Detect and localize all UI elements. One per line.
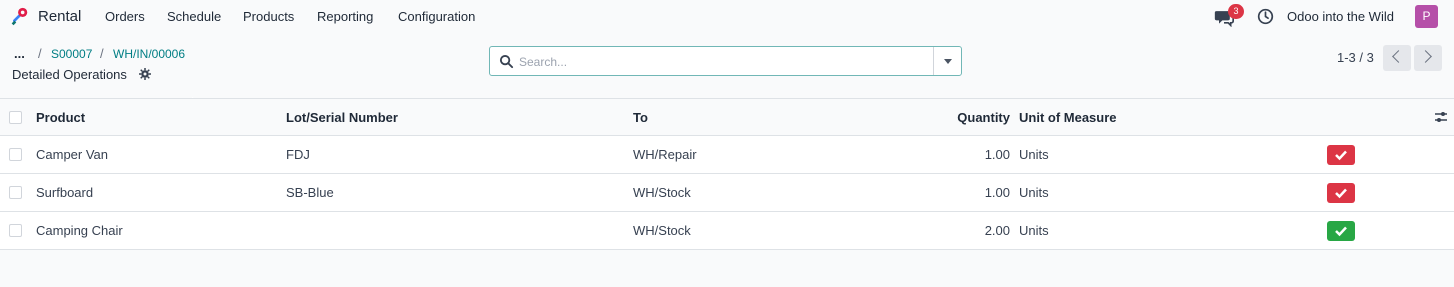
- quantity-cell[interactable]: 1.00: [900, 185, 1010, 200]
- row-checkbox[interactable]: [9, 186, 22, 199]
- quality-check-button[interactable]: [1327, 145, 1355, 165]
- menu-schedule[interactable]: Schedule: [167, 9, 221, 24]
- destination-cell[interactable]: WH/Stock: [633, 185, 691, 200]
- previous-page-button[interactable]: [1383, 45, 1411, 71]
- quantity-header[interactable]: Quantity: [900, 110, 1010, 125]
- quality-check-button[interactable]: [1327, 221, 1355, 241]
- product-cell[interactable]: Camper Van: [36, 147, 108, 162]
- breadcrumb-separator: /: [100, 46, 104, 61]
- detailed-operations-table: Product Lot/Serial Number To Quantity Un…: [0, 98, 1454, 250]
- checkmark-icon: [1335, 188, 1347, 199]
- product-cell[interactable]: Camping Chair: [36, 223, 123, 238]
- breadcrumb-more[interactable]: ...: [14, 46, 25, 61]
- next-page-button[interactable]: [1414, 45, 1442, 71]
- app-name[interactable]: Rental: [38, 8, 81, 25]
- destination-cell[interactable]: WH/Repair: [633, 147, 697, 162]
- quantity-cell[interactable]: 2.00: [900, 223, 1010, 238]
- chevron-down-icon: [944, 59, 952, 64]
- company-name[interactable]: Odoo into the Wild: [1287, 9, 1394, 24]
- top-navigation-bar: Rental Orders Schedule Products Reportin…: [0, 0, 1454, 33]
- row-checkbox[interactable]: [9, 148, 22, 161]
- quantity-cell[interactable]: 1.00: [900, 147, 1010, 162]
- table-row[interactable]: Camping Chair WH/Stock 2.00 Units: [0, 212, 1454, 250]
- table-row[interactable]: Surfboard SB-Blue WH/Stock 1.00 Units: [0, 174, 1454, 212]
- column-settings-icon[interactable]: [1434, 111, 1448, 123]
- pager-value[interactable]: 1-3 / 3: [1337, 50, 1374, 65]
- lot-serial-cell[interactable]: FDJ: [286, 147, 310, 162]
- lot-serial-header[interactable]: Lot/Serial Number: [286, 110, 398, 125]
- menu-configuration[interactable]: Configuration: [398, 9, 475, 24]
- quality-check-button[interactable]: [1327, 183, 1355, 203]
- search-input[interactable]: [519, 52, 929, 72]
- menu-orders[interactable]: Orders: [105, 9, 145, 24]
- checkmark-icon: [1335, 150, 1347, 161]
- app-key-icon[interactable]: [8, 6, 30, 28]
- chevron-right-icon: [1419, 50, 1432, 63]
- unit-of-measure-header[interactable]: Unit of Measure: [1019, 110, 1117, 125]
- product-header[interactable]: Product: [36, 110, 85, 125]
- unit-of-measure-cell[interactable]: Units: [1019, 223, 1049, 238]
- chevron-left-icon: [1392, 50, 1405, 63]
- breadcrumb-receipt[interactable]: WH/IN/00006: [113, 47, 185, 61]
- unit-of-measure-cell[interactable]: Units: [1019, 147, 1049, 162]
- row-checkbox[interactable]: [9, 224, 22, 237]
- destination-header[interactable]: To: [633, 110, 648, 125]
- breadcrumb-separator: /: [38, 46, 42, 61]
- table-row[interactable]: Camper Van FDJ WH/Repair 1.00 Units: [0, 136, 1454, 174]
- breadcrumb-sale-order[interactable]: S00007: [51, 47, 92, 61]
- clock-icon[interactable]: [1257, 8, 1274, 25]
- menu-products[interactable]: Products: [243, 9, 294, 24]
- product-cell[interactable]: Surfboard: [36, 185, 93, 200]
- destination-cell[interactable]: WH/Stock: [633, 223, 691, 238]
- search-box[interactable]: [489, 46, 962, 76]
- search-options-toggle[interactable]: [933, 47, 961, 75]
- unit-of-measure-cell[interactable]: Units: [1019, 185, 1049, 200]
- empty-table-space: [0, 250, 1454, 287]
- select-all-checkbox[interactable]: [9, 111, 22, 124]
- page-title: Detailed Operations: [12, 67, 127, 82]
- lot-serial-cell[interactable]: SB-Blue: [286, 185, 334, 200]
- gear-icon[interactable]: [139, 68, 151, 80]
- menu-reporting[interactable]: Reporting: [317, 9, 373, 24]
- chat-badge: 3: [1228, 4, 1244, 19]
- checkmark-icon: [1335, 226, 1347, 237]
- search-icon: [499, 54, 514, 69]
- table-header-row: Product Lot/Serial Number To Quantity Un…: [0, 98, 1454, 136]
- user-avatar[interactable]: P: [1415, 5, 1438, 28]
